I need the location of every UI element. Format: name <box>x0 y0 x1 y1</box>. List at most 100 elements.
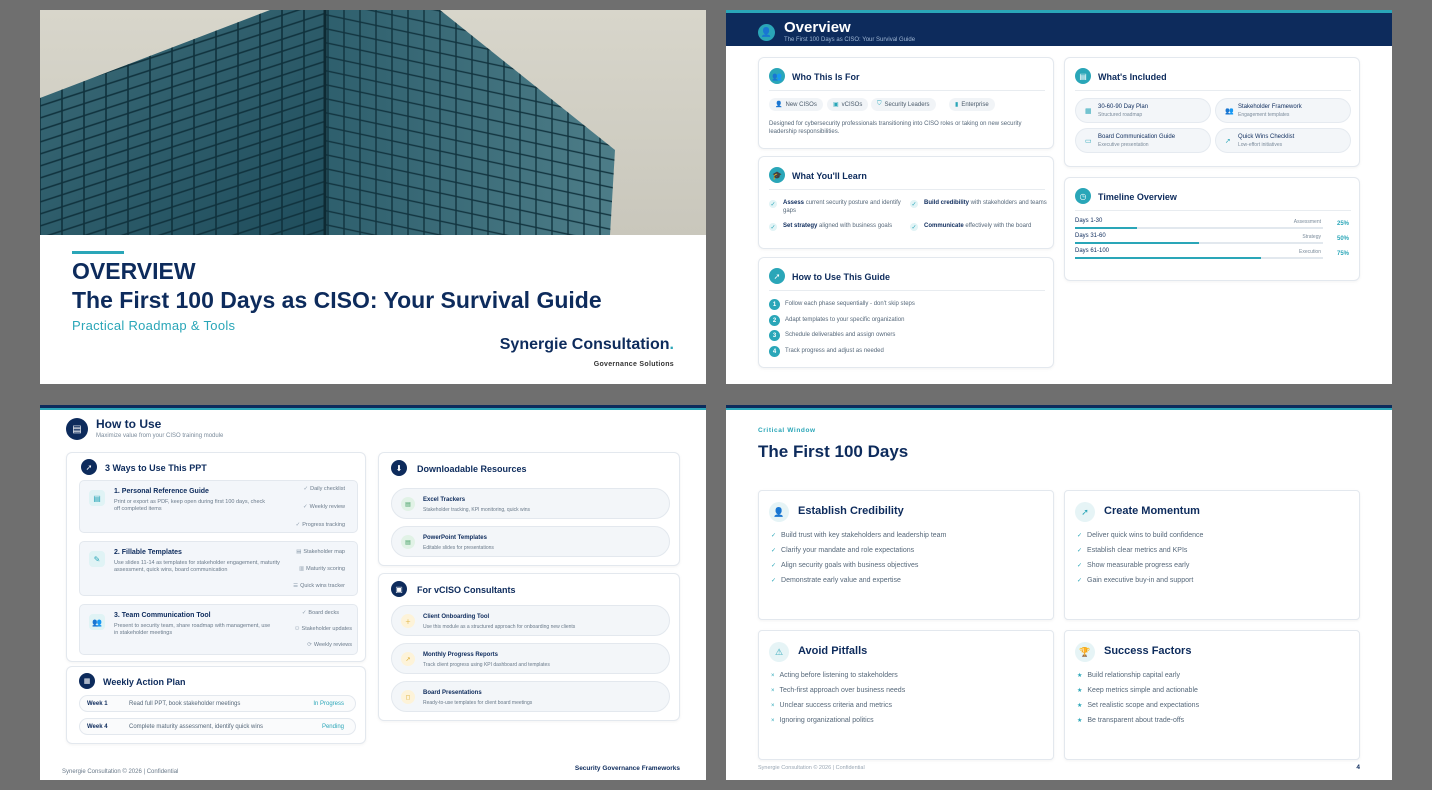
card-avoid-pitfalls: ⚠ Avoid Pitfalls × Acting before listenin… <box>758 630 1054 760</box>
timeline-progress-fill <box>1075 242 1199 244</box>
users-icon: 👥 <box>1225 108 1234 115</box>
presentation-icon: ▭ <box>1085 138 1092 145</box>
way-desc: Use slides 11-14 as templates for stakeh… <box>114 560 280 573</box>
timeline-progress-fill <box>1075 227 1137 229</box>
way-tag: ✓ Board decks <box>301 610 339 616</box>
book-icon: ▤ <box>66 418 88 440</box>
card-title: Timeline Overview <box>1098 192 1177 202</box>
chip-enterprise: ▮ Enterprise <box>949 98 995 111</box>
step-text: Schedule deliverables and assign owners <box>785 332 896 338</box>
timeline-percent: 75% <box>1336 251 1349 257</box>
page-number: 4 <box>1356 764 1360 771</box>
resource-item[interactable]: ◻ Board Presentations Ready-to-use templat… <box>391 681 670 712</box>
check-icon: ✓ <box>769 223 777 231</box>
way-tag: ✓ Daily checklist <box>303 486 345 492</box>
timeline-percent: 25% <box>1336 221 1349 227</box>
graduation-cap-icon: 🎓 <box>769 167 785 183</box>
calendar-icon: ▦ <box>79 673 95 689</box>
card-how-to-use-guide: ➚ How to Use This Guide 1 Follow each ph… <box>758 257 1054 368</box>
card-title: How to Use This Guide <box>792 272 891 282</box>
download-icon: ⬇ <box>391 460 407 476</box>
way-tag: ✓ Progress tracking <box>295 522 345 528</box>
slide-how-to-use[interactable]: ▤ How to Use Maximize value from your CI… <box>40 405 706 780</box>
timeline-track <box>1075 242 1323 244</box>
warning-icon: ⚠ <box>769 642 789 662</box>
card-title: For vCISO Consultants <box>417 585 516 595</box>
presentation-icon: ◻ <box>401 690 415 704</box>
way-tag: ✓ Weekly review <box>303 504 345 510</box>
resource-item[interactable]: ＋ Client Onboarding Tool Use this module a… <box>391 605 670 636</box>
timeline-phase: Strategy <box>1302 234 1321 240</box>
slide-cover[interactable]: OVERVIEW The First 100 Days as CISO: You… <box>40 10 706 384</box>
footer-copyright: Synergie Consultation © 2026 | Confident… <box>62 769 179 775</box>
footer-copyright: Synergie Consultation © 2026 | Confident… <box>758 765 865 771</box>
learn-item: Set strategy aligned with business goals <box>783 223 893 229</box>
divider <box>769 290 1045 291</box>
slide-overview[interactable]: 👤 Overview The First 100 Days as CISO: Y… <box>726 10 1392 384</box>
card-item: ★ Be transparent about trade-offs <box>1077 717 1185 724</box>
card-title: Downloadable Resources <box>417 464 527 474</box>
resource-item[interactable]: ▤ Excel Trackers Stakeholder tracking, KPI… <box>391 488 670 519</box>
edit-icon: ✎ <box>89 551 105 567</box>
card-what-youll-learn: 🎓 What You'll Learn ✓ Assess current sec… <box>758 156 1054 249</box>
rocket-icon: ➚ <box>1075 502 1095 522</box>
step-number: 3 <box>769 330 780 341</box>
way-tag: ☰ Quick wins tracker <box>293 583 345 589</box>
building-icon: ▣ <box>833 102 839 108</box>
cover-title-line1: OVERVIEW <box>72 258 196 284</box>
card-whats-included: ▤ What's Included ▦ 30-60-90 Day Plan Stru… <box>1064 57 1360 167</box>
slide-subtitle: Maximize value from your CISO training m… <box>96 433 224 439</box>
learn-item: Communicate effectively with the board <box>924 223 1032 229</box>
card-create-momentum: ➚ Create Momentum ✓ Deliver quick wins to… <box>1064 490 1360 620</box>
office-icon: ▮ <box>955 102 959 108</box>
brand-tagline: Governance Solutions <box>593 361 674 368</box>
way-title: 2. Fillable Templates <box>114 549 182 556</box>
card-item: × Acting before listening to stakeholders <box>771 672 898 679</box>
check-icon: ✓ <box>769 200 777 208</box>
who-description: Designed for cybersecurity professionals… <box>769 121 1022 135</box>
way-title: 3. Team Communication Tool <box>114 612 211 619</box>
card-item: × Tech-first approach over business needs <box>771 687 906 694</box>
resource-item[interactable]: ↗ Monthly Progress Reports Track client pr… <box>391 643 670 674</box>
timeline-progress-fill <box>1075 257 1261 259</box>
status-badge: Pending <box>321 724 344 730</box>
step-number: 1 <box>769 299 780 310</box>
card-item: ★ Keep metrics simple and actionable <box>1077 687 1198 694</box>
step-number: 2 <box>769 315 780 326</box>
rocket-icon: ➚ <box>1225 138 1231 145</box>
cover-building-photo <box>40 10 706 235</box>
card-item: ✓ Gain executive buy-in and support <box>1077 577 1194 584</box>
card-item: ✓ Build trust with key stakeholders and l… <box>771 532 947 539</box>
learn-item: Build credibility with stakeholders and … <box>924 200 1047 206</box>
slide-first-100-days[interactable]: Critical Window The First 100 Days 👤 Est… <box>726 405 1392 780</box>
user-check-icon: 👤 <box>769 502 789 522</box>
learn-item: Assess current security posture and iden… <box>783 200 901 214</box>
timeline-phase: Assessment <box>1293 219 1321 225</box>
card-item: ★ Set realistic scope and expectations <box>1077 702 1200 709</box>
resource-item[interactable]: ▤ PowerPoint Templates Editable slides for… <box>391 526 670 557</box>
check-icon: ✓ <box>303 486 309 492</box>
weekly-row: Week 4 Complete maturity assessment, iden… <box>79 718 356 735</box>
card-item: ✓ Demonstrate early value and expertise <box>771 577 901 584</box>
included-item: ▦ 30-60-90 Day Plan Structured roadmap <box>1075 98 1211 123</box>
way-item-2: ✎ 2. Fillable Templates Use slides 11-14… <box>79 541 358 596</box>
way-desc: Print or export as PDF, keep open during… <box>114 499 266 512</box>
slide-title: The First 100 Days <box>758 442 909 461</box>
included-item: ➚ Quick Wins Checklist Low-effort initiati… <box>1215 128 1351 153</box>
document-icon: ▦ <box>1085 108 1092 115</box>
card-heading: Success Factors <box>1104 645 1192 657</box>
chart-icon: ▥ <box>298 566 305 572</box>
user-plus-icon: ＋ <box>401 614 415 628</box>
card-establish-credibility: 👤 Establish Credibility ✓ Build trust wit… <box>758 490 1054 620</box>
card-title: What You'll Learn <box>792 171 867 181</box>
divider <box>1075 90 1351 91</box>
check-icon: ✓ <box>301 610 307 616</box>
included-item: 👥 Stakeholder Framework Engagement templat… <box>1215 98 1351 123</box>
footer-tagline: Security Governance Frameworks <box>574 765 680 772</box>
card-heading: Establish Credibility <box>798 505 904 517</box>
timeline-label: Days 61-100 <box>1075 248 1110 254</box>
way-tag: ⟳ Weekly reviews <box>307 642 352 648</box>
chart-line-icon: ↗ <box>401 652 415 666</box>
timeline-percent: 50% <box>1336 236 1349 242</box>
divider <box>769 189 1045 190</box>
